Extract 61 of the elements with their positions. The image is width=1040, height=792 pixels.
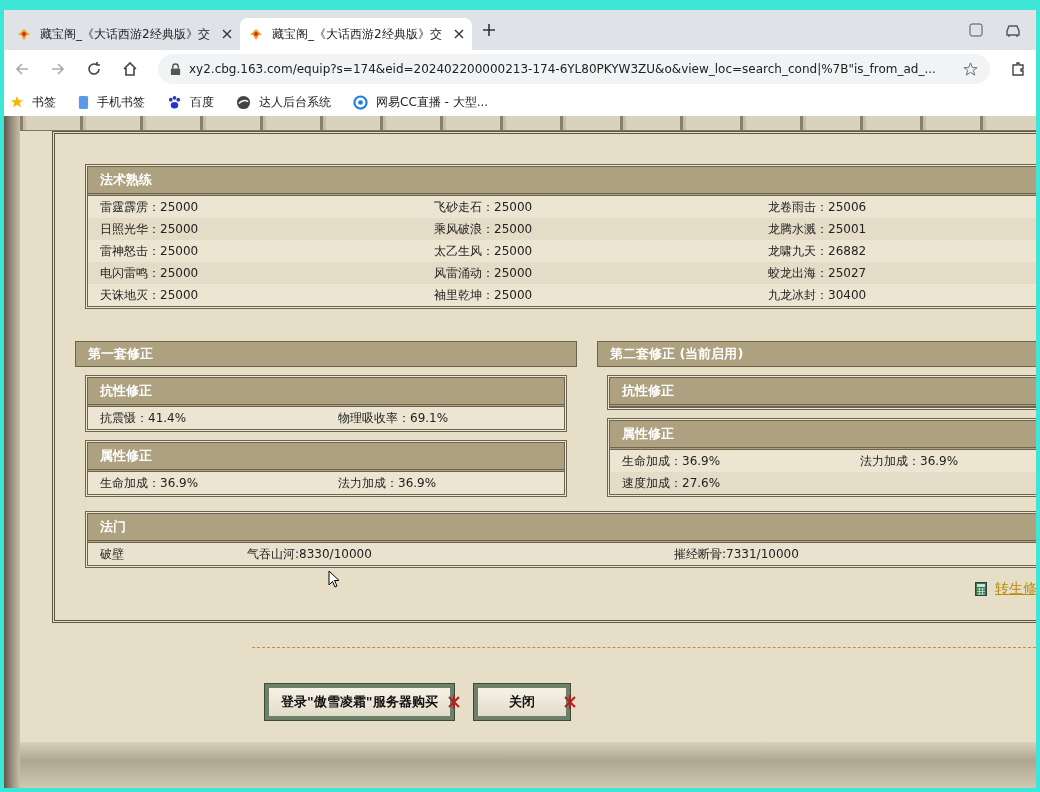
bookmark[interactable]: 达人后台系统 (236, 93, 331, 111)
section-header: 第二套修正 (当前启用) (597, 341, 1036, 367)
bookmark[interactable]: 网易CC直播 - 大型... (353, 93, 489, 111)
skill-value: 九龙冰封：30400 (768, 287, 867, 303)
skill-value: 太乙生风：25000 (434, 243, 533, 259)
globe-icon (236, 94, 251, 110)
skill-value: 袖里乾坤：25000 (434, 287, 533, 303)
skill-value: 雷神怒击：25000 (100, 243, 199, 259)
section-header: 法门 (88, 514, 1036, 543)
famen-value: 气吞山河:8330/10000 (247, 546, 372, 562)
skill-value: 蛟龙出海：25027 (768, 265, 867, 281)
section-header: 第一套修正 (75, 341, 577, 367)
stat-value: 生命加成：36.9% (622, 453, 721, 469)
browser-tab[interactable]: 藏宝阁_《大话西游2经典版》交 (8, 18, 240, 50)
browser-tab[interactable]: 藏宝阁_《大话西游2经典版》交 (240, 18, 472, 50)
group-header: 抗性修正 (610, 378, 1036, 407)
skill-value: 龙腾水溅：25001 (768, 221, 867, 237)
star-icon[interactable] (963, 61, 978, 77)
bookmark[interactable]: 百度 (167, 93, 214, 111)
tab-count-icon[interactable] (968, 22, 984, 38)
group-header: 属性修正 (610, 421, 1036, 450)
group-header: 抗性修正 (88, 378, 564, 407)
skill-value: 电闪雷鸣：25000 (100, 265, 199, 281)
group-header: 属性修正 (88, 443, 564, 472)
car-icon[interactable] (1004, 22, 1022, 38)
skill-value: 风雷涌动：25000 (434, 265, 533, 281)
phone-icon (78, 94, 89, 110)
lock-icon (170, 62, 181, 76)
famen-value: 破壁 (100, 546, 124, 562)
section-header: 法术熟练 (88, 167, 1036, 196)
skill-value: 龙卷雨击：25006 (768, 199, 867, 215)
bookmark[interactable]: 手机书签 (78, 93, 145, 111)
cursor-icon (328, 570, 340, 588)
ornament-icon (563, 695, 576, 709)
skill-value: 飞砂走石：25000 (434, 199, 533, 215)
skill-value: 龙啸九天：26882 (768, 243, 867, 259)
close-icon[interactable] (454, 29, 464, 39)
skill-value: 乘风破浪：25000 (434, 221, 533, 237)
stat-value: 抗震慑：41.4% (100, 410, 187, 426)
stat-value: 物理吸收率：69.1% (338, 410, 449, 426)
reload-icon[interactable] (86, 61, 102, 77)
skill-value: 日照光华：25000 (100, 221, 199, 237)
skill-value: 雷霆霹雳：25000 (100, 199, 199, 215)
address-field[interactable]: xy2.cbg.163.com/equip?s=174&eid=202402200000213-174-6YL80PKYW3ZU&o&view_loc=search_cond|%7B"is_from_ad_... (158, 54, 990, 84)
action-button[interactable]: 关闭 (473, 684, 570, 720)
star-icon (10, 95, 24, 109)
stat-value: 生命加成：36.9% (100, 475, 199, 491)
stat-value: 法力加成：36.9% (338, 475, 437, 491)
puzzle-icon[interactable] (1010, 61, 1026, 77)
ornament-icon (447, 695, 460, 709)
new-tab-icon[interactable] (482, 23, 496, 37)
home-icon[interactable] (122, 61, 138, 77)
close-icon[interactable] (222, 29, 232, 39)
calculator-icon (975, 582, 987, 596)
stat-value: 法力加成：36.9% (860, 453, 959, 469)
paw-icon (167, 94, 182, 110)
bookmark[interactable]: 书签 (10, 93, 56, 111)
stat-value: 速度加成：27.6% (622, 475, 721, 491)
famen-value: 摧经断骨:7331/10000 (674, 546, 799, 562)
action-button[interactable]: 登录"傲雪凌霜"服务器购买 (265, 684, 454, 720)
skill-value: 天诛地灭：25000 (100, 287, 199, 303)
